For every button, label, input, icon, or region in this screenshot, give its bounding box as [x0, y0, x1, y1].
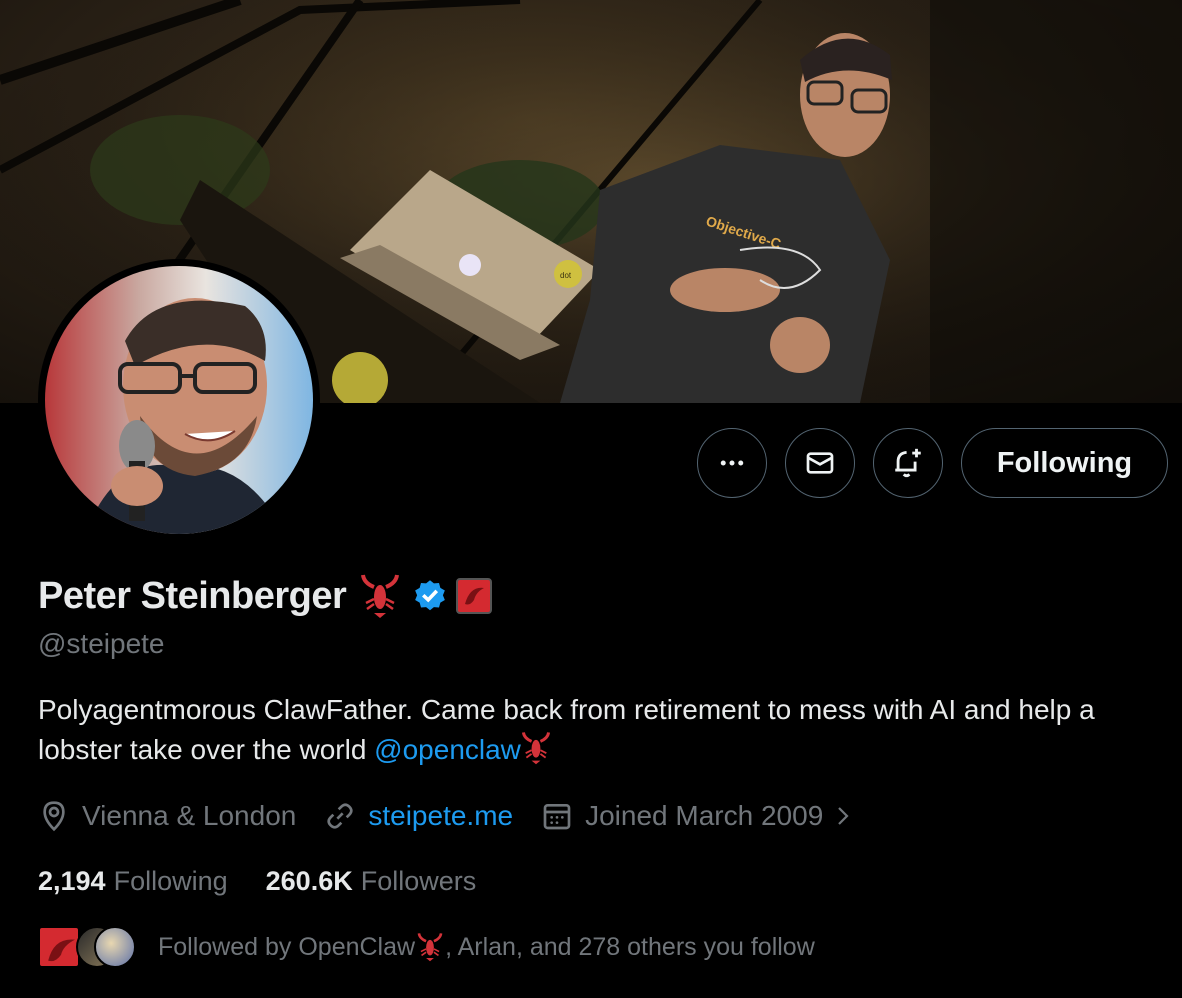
calendar-icon — [543, 804, 571, 830]
verified-badge-icon[interactable] — [412, 578, 448, 614]
bio-mention-link[interactable]: @openclaw — [374, 734, 521, 765]
follower-avatar-other — [94, 926, 136, 968]
location-text: Vienna & London — [82, 800, 297, 831]
followed-by-text-start: Followed by OpenClaw — [158, 932, 416, 961]
bio-text: Polyagentmorous ClawFather. Came back fr… — [38, 694, 1095, 765]
followed-by-text-end: , Arlan, and 278 others you follow — [445, 932, 815, 961]
mail-icon — [806, 452, 834, 474]
more-icon — [720, 460, 744, 466]
joined-text: Joined March 2009 — [585, 800, 824, 831]
profile-avatar[interactable] — [38, 259, 320, 541]
lobster-emoji-icon — [417, 933, 443, 962]
name-row: Peter Steinberger — [38, 572, 493, 620]
openclaw-affiliate-badge-icon[interactable] — [456, 578, 493, 614]
bell-plus-icon — [895, 448, 921, 478]
following-label: Following — [113, 866, 228, 896]
followed-by[interactable]: Followed by OpenClaw , Arlan, and 278 ot… — [38, 924, 815, 970]
chevron-right-icon — [838, 807, 849, 825]
following-count-link[interactable]: 2,194 Following — [38, 866, 228, 897]
following-count: 2,194 — [38, 866, 106, 896]
followers-count: 260.6K — [265, 866, 353, 896]
bio: Polyagentmorous ClawFather. Came back fr… — [38, 690, 1138, 770]
avatar-photo — [45, 266, 313, 534]
follower-avatar-openclaw — [38, 926, 80, 968]
handle: @steipete — [38, 628, 165, 659]
lobster-emoji-icon — [521, 732, 550, 765]
website-link[interactable]: steipete.me — [368, 800, 513, 832]
message-button[interactable] — [785, 428, 855, 498]
follow-counts: 2,194 Following 260.6K Followers — [38, 866, 514, 897]
followers-label: Followers — [360, 866, 477, 896]
lobster-emoji-icon — [361, 574, 400, 618]
joined-date[interactable]: Joined March 2009 — [541, 800, 867, 832]
following-button[interactable]: Following — [961, 428, 1168, 498]
followers-count-link[interactable]: 260.6K Followers — [266, 866, 477, 897]
follower-avatar-stack — [38, 924, 136, 970]
display-name: Peter Steinberger — [38, 574, 347, 617]
location: Vienna & London — [38, 800, 296, 832]
notifications-button[interactable] — [873, 428, 943, 498]
laptop-sticker-text: dot — [560, 271, 572, 280]
link-icon — [327, 803, 354, 829]
location-pin-icon — [43, 801, 65, 832]
more-button[interactable] — [697, 428, 767, 498]
profile-meta: Vienna & London steipete.me Joined March… — [38, 795, 895, 837]
website: steipete.me — [324, 800, 513, 832]
